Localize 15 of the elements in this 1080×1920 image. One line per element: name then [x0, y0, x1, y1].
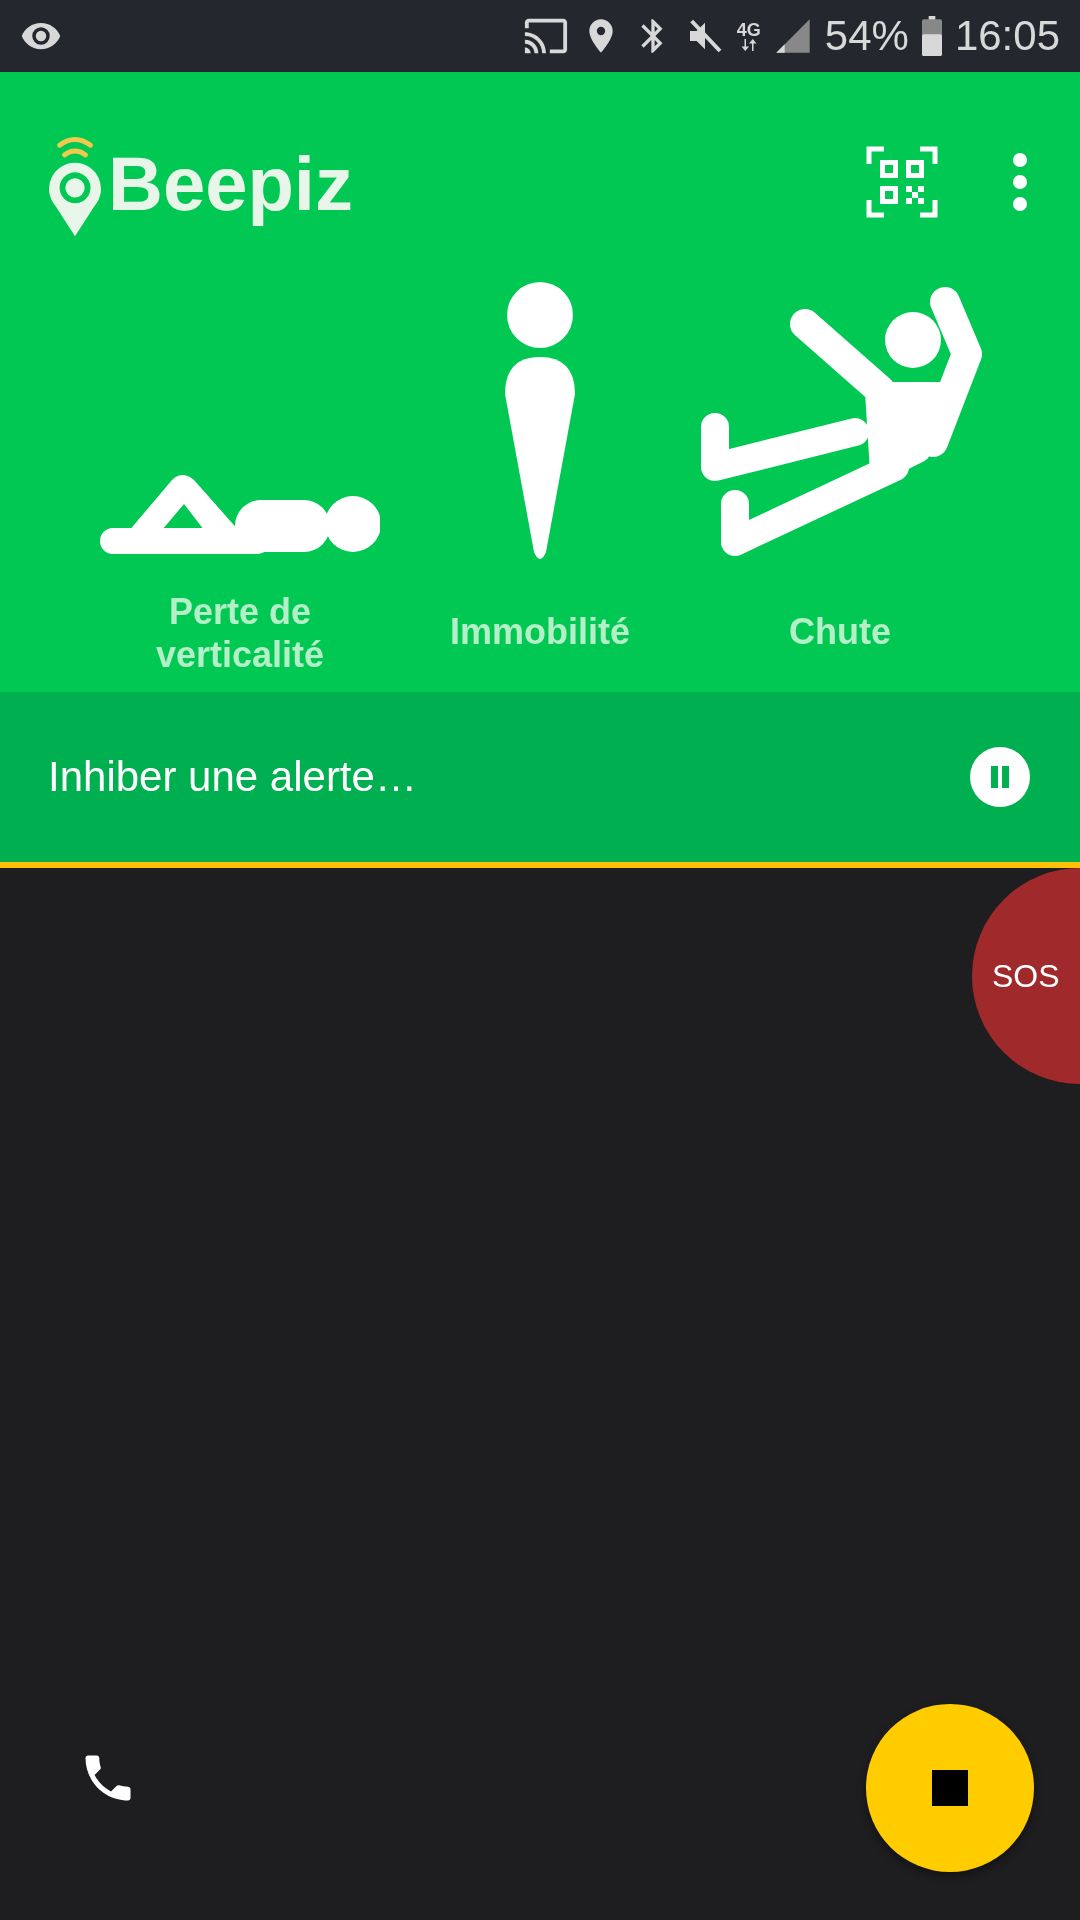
- standing-person-icon: [503, 282, 577, 562]
- menu-icon[interactable]: [1010, 152, 1030, 212]
- clock: 16:05: [954, 12, 1060, 60]
- battery-icon: [920, 16, 943, 56]
- stop-icon: [932, 1770, 968, 1806]
- alert-type-label: Immobilité: [450, 610, 630, 654]
- qr-code-icon[interactable]: [866, 146, 938, 218]
- inhibit-alert-label: Inhiber une alerte…: [48, 753, 417, 801]
- network-type: 4G: [736, 21, 761, 39]
- sos-button[interactable]: SOS: [972, 868, 1080, 1084]
- battery-percentage: 54%: [824, 12, 909, 60]
- alert-type-label: Chute: [789, 610, 891, 654]
- pause-icon[interactable]: [970, 747, 1030, 807]
- data-arrows-icon: [740, 39, 757, 51]
- alert-type-label: Perte de verticalité: [154, 590, 326, 677]
